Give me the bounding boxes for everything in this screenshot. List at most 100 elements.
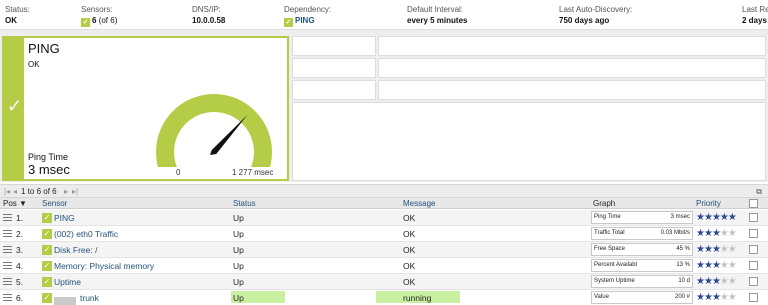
check-icon: ✓ bbox=[42, 229, 52, 239]
row-status: Up bbox=[233, 245, 244, 255]
graph-label: Percent Availabl bbox=[594, 262, 637, 268]
row-status: Up bbox=[233, 229, 244, 239]
drag-handle-icon[interactable] bbox=[3, 246, 12, 253]
row-message: running bbox=[403, 293, 432, 303]
col-sensor[interactable]: Sensor bbox=[42, 199, 67, 208]
mini-graph[interactable]: System Uptime 10 d bbox=[591, 275, 693, 288]
empty-tile bbox=[292, 36, 376, 56]
row-message: OK bbox=[403, 213, 416, 223]
gauge-needle bbox=[210, 114, 248, 155]
drag-handle-icon[interactable] bbox=[3, 262, 12, 269]
sensors-value[interactable]: ✓ 6 (of 6) bbox=[81, 15, 117, 27]
table-row[interactable]: 2. ✓ (002) eth0 Traffic Up OK Traffic Total 0.… bbox=[0, 226, 768, 242]
row-checkbox[interactable] bbox=[749, 261, 758, 270]
mini-graph[interactable]: Traffic Total 0.03 Mbit/s bbox=[591, 227, 693, 240]
sensor-table-header: Pos ▼ Sensor Status Message Graph Priori… bbox=[0, 198, 768, 209]
check-icon: ✓ bbox=[42, 293, 52, 303]
select-all-checkbox[interactable] bbox=[749, 199, 758, 208]
dependency-link[interactable]: ✓ PING bbox=[284, 15, 331, 27]
priority-stars[interactable]: ★★★★★ bbox=[696, 212, 737, 223]
gauge-dial bbox=[156, 93, 272, 167]
interval-label: Default Interval: bbox=[407, 5, 464, 14]
graph-label: Value bbox=[594, 294, 609, 300]
col-message[interactable]: Message bbox=[403, 199, 435, 208]
graph-label: Free Space bbox=[594, 246, 626, 252]
sensors-label: Sensors: bbox=[81, 5, 113, 14]
last-page-button[interactable]: ▸| bbox=[72, 187, 78, 196]
sensor-name[interactable]: (002) eth0 Traffic bbox=[54, 229, 118, 239]
row-message: OK bbox=[403, 245, 416, 255]
graph-value: 0.03 Mbit/s bbox=[660, 230, 690, 236]
export-icon[interactable]: ⧉ bbox=[756, 187, 762, 197]
graph-value: 10 d bbox=[678, 278, 690, 284]
gauge-area: ✓ PING OK 0 1 277 msec Ping Time 3 msec bbox=[0, 30, 768, 182]
check-icon: ✓ bbox=[81, 18, 90, 27]
check-icon: ✓ bbox=[284, 18, 293, 27]
mini-graph[interactable]: Free Space 45 % bbox=[591, 243, 693, 256]
row-checkbox[interactable] bbox=[749, 293, 758, 302]
discovery-value: 750 days ago bbox=[559, 16, 610, 25]
sensor-name[interactable]: trunk bbox=[80, 293, 99, 303]
gauge-value: 3 msec bbox=[28, 162, 70, 177]
row-checkbox[interactable] bbox=[749, 245, 758, 254]
row-position: 2. bbox=[16, 229, 24, 239]
drag-handle-icon[interactable] bbox=[3, 230, 12, 237]
table-row[interactable]: 6. ✓ trunk Up running Value 200 # ★★★★★ bbox=[0, 290, 768, 305]
sensor-name[interactable]: Disk Free: / bbox=[54, 245, 97, 255]
col-priority[interactable]: Priority bbox=[696, 199, 721, 208]
empty-tile bbox=[378, 36, 766, 56]
empty-tile bbox=[292, 102, 766, 181]
priority-stars[interactable]: ★★★★★ bbox=[696, 260, 737, 271]
gauge-max-label: 1 277 msec bbox=[232, 168, 274, 177]
info-dns: DNS/IP: 10.0.0.58 bbox=[192, 4, 225, 26]
last-re-value: 2 days a bbox=[742, 16, 768, 25]
info-interval: Default Interval: every 5 minutes bbox=[407, 4, 467, 26]
drag-handle-icon[interactable] bbox=[3, 294, 12, 301]
gauge-min-label: 0 bbox=[176, 168, 181, 177]
priority-stars[interactable]: ★★★★★ bbox=[696, 228, 737, 239]
ping-gauge-tile[interactable]: ✓ PING OK 0 1 277 msec Ping Time 3 msec bbox=[2, 36, 289, 181]
info-last-recommendation: Last Re 2 days a bbox=[742, 4, 768, 26]
mini-graph[interactable]: Percent Availabl 13 % bbox=[591, 259, 693, 272]
row-status: Up bbox=[233, 277, 244, 287]
discovery-label: Last Auto-Discovery: bbox=[559, 5, 633, 14]
table-row[interactable]: 3. ✓ Disk Free: / Up OK Free Space 45 % ★★★★★ bbox=[0, 242, 768, 258]
graph-value: 45 % bbox=[676, 246, 690, 252]
row-checkbox[interactable] bbox=[749, 277, 758, 286]
row-checkbox[interactable] bbox=[749, 229, 758, 238]
sort-down-icon: ▼ bbox=[19, 199, 27, 208]
gauge-status: OK bbox=[28, 60, 40, 69]
col-status[interactable]: Status bbox=[233, 199, 256, 208]
next-page-button[interactable]: ▸ bbox=[64, 187, 68, 196]
table-row[interactable]: 5. ✓ Uptime Up OK System Uptime 10 d ★★★★★ bbox=[0, 274, 768, 290]
graph-label: Traffic Total bbox=[594, 230, 625, 236]
empty-tile bbox=[378, 58, 766, 78]
row-message: OK bbox=[403, 229, 416, 239]
table-row[interactable]: 1. ✓ PING Up OK Ping Time 3 msec ★★★★★ bbox=[0, 210, 768, 226]
info-status: Status: OK bbox=[5, 4, 30, 26]
dns-value: 10.0.0.58 bbox=[192, 16, 226, 25]
sensor-name[interactable]: Memory: Physical memory bbox=[54, 261, 154, 271]
check-icon: ✓ bbox=[42, 245, 52, 255]
col-pos[interactable]: Pos ▼ bbox=[3, 199, 27, 208]
check-icon: ✓ bbox=[42, 213, 52, 223]
row-position: 6. bbox=[16, 293, 24, 303]
sensor-name[interactable]: Uptime bbox=[54, 277, 81, 287]
first-page-button[interactable]: |◂ bbox=[4, 187, 10, 196]
drag-handle-icon[interactable] bbox=[3, 278, 12, 285]
sensor-name[interactable]: PING bbox=[54, 213, 75, 223]
priority-stars[interactable]: ★★★★★ bbox=[696, 292, 737, 303]
priority-stars[interactable]: ★★★★★ bbox=[696, 276, 737, 287]
redacted-text bbox=[54, 297, 76, 305]
prev-page-button[interactable]: ◂ bbox=[13, 187, 17, 196]
row-status: Up bbox=[233, 293, 244, 303]
table-row[interactable]: 4. ✓ Memory: Physical memory Up OK Percent Av… bbox=[0, 258, 768, 274]
drag-handle-icon[interactable] bbox=[3, 214, 12, 221]
graph-value: 3 msec bbox=[670, 214, 690, 220]
mini-graph[interactable]: Ping Time 3 msec bbox=[591, 211, 693, 224]
mini-graph[interactable]: Value 200 # bbox=[591, 291, 693, 304]
priority-stars[interactable]: ★★★★★ bbox=[696, 244, 737, 255]
row-checkbox[interactable] bbox=[749, 213, 758, 222]
row-position: 3. bbox=[16, 245, 24, 255]
row-message: OK bbox=[403, 277, 416, 287]
